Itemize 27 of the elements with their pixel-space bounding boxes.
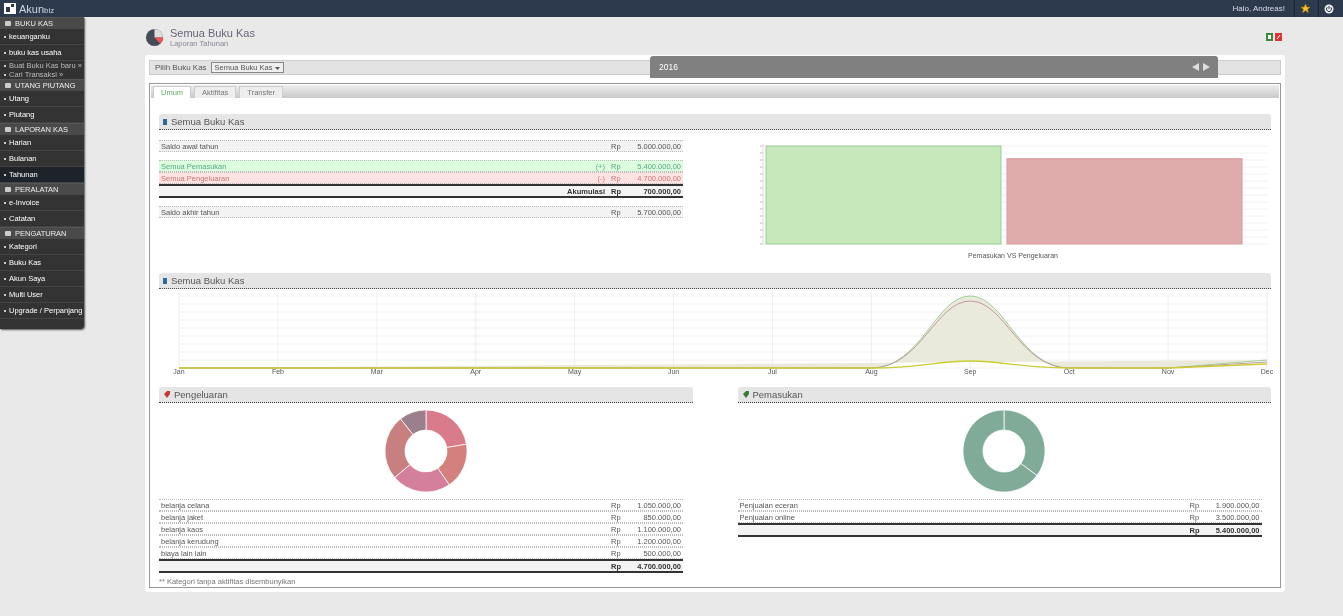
section-icon — [5, 21, 11, 26]
tag-icon — [741, 391, 749, 398]
greeting: Halo, Andreas! — [1232, 4, 1286, 13]
section-title: Pengeluaran — [174, 389, 228, 400]
section-title: Semua Buku Kas — [171, 116, 245, 127]
book-icon — [163, 118, 167, 125]
pdf-icon[interactable] — [1275, 33, 1282, 41]
filter-label: Pilih Buku Kas — [155, 63, 207, 72]
section-icon — [5, 127, 11, 132]
page-title: Semua Buku Kas — [170, 26, 255, 39]
section-icon — [5, 187, 11, 192]
spreadsheet-icon[interactable] — [1266, 33, 1273, 41]
section-icon — [5, 231, 11, 236]
app-logo[interactable]: Akunbiz — [19, 2, 55, 15]
section-title: Pemasukan — [752, 389, 803, 400]
previous-icon[interactable] — [1192, 63, 1199, 71]
logo-icon — [4, 3, 16, 14]
section-icon — [5, 83, 11, 88]
year-label: 2016 — [659, 62, 678, 72]
power-icon[interactable] — [1324, 3, 1334, 14]
book-icon — [163, 277, 167, 284]
star-icon[interactable] — [1299, 3, 1311, 14]
section-title: Semua Buku Kas — [171, 275, 245, 286]
tag-icon — [163, 391, 170, 398]
pie-chart-icon — [145, 27, 164, 47]
next-icon[interactable] — [1203, 63, 1210, 71]
caret-icon — [274, 67, 280, 70]
